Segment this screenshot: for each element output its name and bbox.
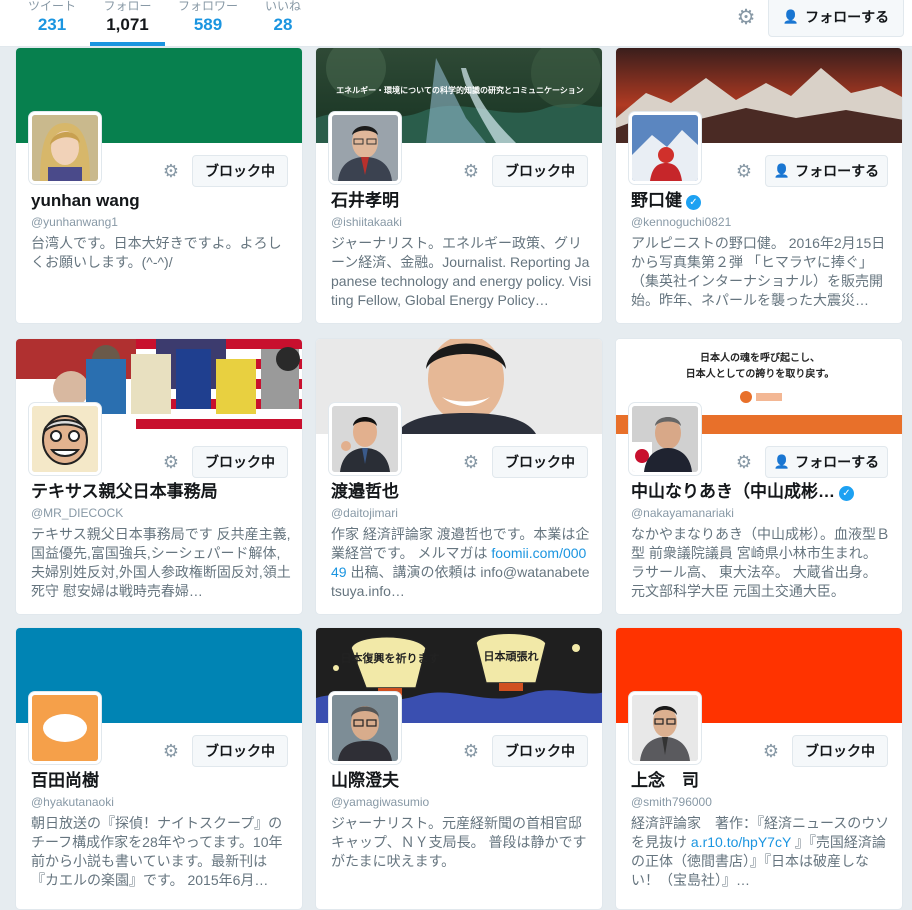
bio-link[interactable]: a.r10.to/hpY7cY (691, 834, 791, 850)
user-bio: ジャーナリスト。エネルギー政策、グリーン経済、金融。Journalist. Re… (331, 235, 592, 308)
user-bio: アルピニストの野口健。 2016年2月15日から写真集第２弾 「ヒマラヤに捧ぐ」… (631, 235, 886, 308)
user-name[interactable]: 百田尚樹 (31, 770, 293, 792)
verified-badge-icon: ✓ (839, 486, 854, 501)
user-name-text: 中山なりあき（中山成彬… (631, 482, 835, 501)
gear-icon[interactable]: ⚙ (160, 451, 182, 473)
verified-badge-icon: ✓ (686, 195, 701, 210)
user-bio: 台湾人です。日本大好きですよ。よろしくお願いします。(^-^)/ (31, 235, 282, 270)
stat-value: 589 (193, 15, 223, 34)
user-name[interactable]: 上念 司 (631, 770, 893, 792)
follow-button[interactable]: 👤 フォローする (768, 0, 904, 37)
stat-tweets[interactable]: ツイート 231 (24, 0, 80, 46)
user-card[interactable]: ⚙ ブロック中 上念 司 @smith796000 経済評論家 著作：『経済ニュ… (615, 627, 903, 910)
banner-text: 日本人としての誇りを取り戻す。 (686, 367, 835, 380)
blocked-button[interactable]: ブロック中 (792, 735, 888, 767)
follow-button-label: フォローする (795, 454, 880, 470)
add-person-icon: 👤 (773, 454, 791, 469)
gear-icon[interactable]: ⚙ (460, 160, 482, 182)
stat-label: フォロワー (177, 0, 238, 13)
follow-button[interactable]: 👤 フォローする (765, 446, 888, 478)
avatar[interactable] (329, 692, 401, 764)
avatar[interactable] (29, 692, 101, 764)
gear-icon[interactable]: ⚙ (733, 160, 755, 182)
follow-button[interactable]: 👤 フォローする (765, 155, 888, 187)
user-name[interactable]: 野口健 ✓ (631, 190, 893, 212)
profile-nav-bar: ツイート 231 フォロー 1,071 フォロワー 589 いいね 28 ⚙ 👤… (0, 0, 912, 47)
user-name[interactable]: 山際澄夫 (331, 770, 593, 792)
banner-text: 日本人の魂を呼び起こし、 (700, 351, 820, 364)
add-person-icon: 👤 (782, 9, 800, 24)
user-handle[interactable]: @smith796000 (631, 794, 712, 810)
banner-text: 日本頑張れ (484, 649, 539, 663)
user-name[interactable]: 渡邉哲也 (331, 481, 593, 503)
user-card[interactable]: ⚙ ブロック中 テキサス親父日本事務局 @MR_DIECOCK テキサス親父日本… (15, 338, 303, 615)
user-name-text: 野口健 (631, 191, 682, 210)
user-card[interactable]: ⚙ ブロック中 渡邉哲也 @daitojimari 作家 経済評論家 渡邉哲也で… (315, 338, 603, 615)
gear-icon[interactable]: ⚙ (760, 740, 782, 762)
stat-value: 1,071 (106, 15, 149, 34)
user-handle[interactable]: @daitojimari (331, 505, 398, 521)
blocked-button[interactable]: ブロック中 (192, 446, 288, 478)
user-name[interactable]: 中山なりあき（中山成彬… ✓ (631, 481, 893, 503)
user-handle[interactable]: @ishiitakaaki (331, 214, 402, 230)
stat-followers[interactable]: フォロワー 589 (176, 0, 240, 46)
blocked-button[interactable]: ブロック中 (492, 155, 588, 187)
user-bio: テキサス親父日本事務局です 反共産主義,国益優先,富国強兵,シーシェパード解体,… (31, 526, 291, 599)
user-bio: なかやまなりあき（中山成彬）。血液型Ｂ型 前衆議院議員 宮崎県小林市生まれ。 ラ… (631, 526, 890, 599)
follow-button-label: フォローする (805, 9, 890, 25)
stat-label: フォロー (103, 0, 152, 13)
user-handle[interactable]: @yamagiwasumio (331, 794, 429, 810)
blocked-button[interactable]: ブロック中 (192, 155, 288, 187)
user-card[interactable]: ⚙ ブロック中 百田尚樹 @hyakutanaoki 朝日放送の『探偵！ナイトス… (15, 627, 303, 910)
user-card[interactable]: エネルギー・環境についての科学的知識の研究とコミュニケーション ⚙ ブロック中 … (315, 47, 603, 324)
stat-value: 231 (37, 15, 67, 34)
user-card[interactable]: ⚙ 👤 フォローする 野口健 ✓ @kennoguchi0821 アルピニストの野… (615, 47, 903, 324)
bio-text: 出稿、講演の依頼は info@watanabetetsuya.info… (331, 564, 590, 599)
user-handle[interactable]: @yunhanwang1 (31, 214, 118, 230)
gear-icon[interactable]: ⚙ (460, 451, 482, 473)
banner-text: 日本復興を祈ります (341, 651, 440, 665)
gear-icon[interactable]: ⚙ (733, 451, 755, 473)
avatar[interactable] (329, 403, 401, 475)
user-handle[interactable]: @hyakutanaoki (31, 794, 114, 810)
user-bio: 作家 経済評論家 渡邉哲也です。本業は企業経営です。 メルマガは foomii.… (331, 525, 593, 601)
avatar[interactable] (29, 403, 101, 475)
gear-icon[interactable]: ⚙ (160, 160, 182, 182)
stat-label: ツイート (27, 0, 76, 13)
blocked-button[interactable]: ブロック中 (192, 735, 288, 767)
add-person-icon: 👤 (773, 163, 791, 178)
user-name[interactable]: 石井孝明 (331, 190, 593, 212)
blocked-button[interactable]: ブロック中 (492, 446, 588, 478)
avatar[interactable] (29, 112, 101, 184)
stat-label: いいね (264, 0, 301, 13)
user-bio: 朝日放送の『探偵！ナイトスクープ』のチーフ構成作家を28年やってます。10年前か… (31, 815, 283, 888)
gear-icon[interactable]: ⚙ (460, 740, 482, 762)
user-name[interactable]: yunhan wang (31, 190, 293, 212)
user-handle[interactable]: @MR_DIECOCK (31, 505, 123, 521)
user-bio: ジャーナリスト。元産経新聞の首相官邸キャップ、ＮＹ支局長。 普段は静かですがたま… (331, 815, 587, 869)
stat-following[interactable]: フォロー 1,071 (90, 0, 165, 46)
avatar[interactable] (629, 692, 701, 764)
stat-likes[interactable]: いいね 28 (262, 0, 304, 46)
gear-icon[interactable]: ⚙ (160, 740, 182, 762)
user-bio: 経済評論家 著作：『経済ニュースのウソを見抜け a.r10.to/hpY7cY … (631, 814, 893, 890)
avatar[interactable] (629, 403, 701, 475)
user-name[interactable]: テキサス親父日本事務局 (31, 481, 293, 503)
user-card[interactable]: ⚙ ブロック中 yunhan wang @yunhanwang1 台湾人です。日… (15, 47, 303, 324)
user-handle[interactable]: @nakayamanariaki (631, 505, 734, 521)
user-card[interactable]: 日本人の魂を呼び起こし、 日本人としての誇りを取り戻す。 ⚙ 👤 フォローする … (615, 338, 903, 615)
banner-text: エネルギー・環境についての科学的知識の研究とコミュニケーション (336, 85, 584, 95)
follow-button-label: フォローする (795, 163, 880, 179)
avatar[interactable] (329, 112, 401, 184)
avatar[interactable] (629, 112, 701, 184)
gear-icon[interactable]: ⚙ (733, 5, 759, 31)
user-handle[interactable]: @kennoguchi0821 (631, 214, 731, 230)
user-card[interactable]: 日本復興を祈ります 日本頑張れ ⚙ ブロック中 山際澄夫 @yamagiwasu… (315, 627, 603, 910)
blocked-button[interactable]: ブロック中 (492, 735, 588, 767)
stat-value: 28 (273, 15, 293, 34)
